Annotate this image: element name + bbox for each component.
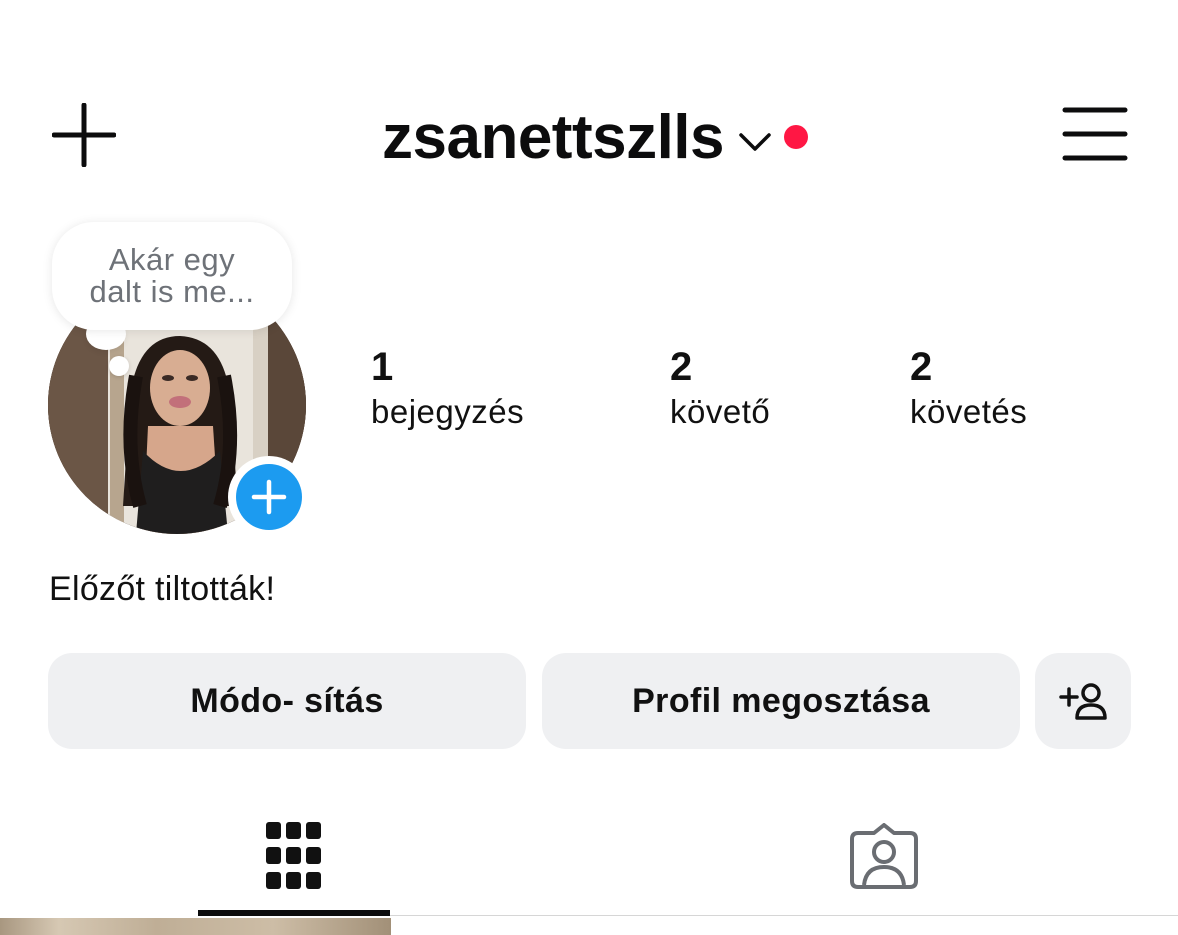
tab-posts-grid[interactable] bbox=[198, 800, 390, 912]
stat-posts-label: bejegyzés bbox=[371, 393, 525, 430]
hamburger-menu-icon[interactable] bbox=[1062, 106, 1128, 162]
header-title: zsanettszlls bbox=[0, 100, 1178, 176]
share-profile-label: Profil megosztása bbox=[632, 681, 930, 720]
stat-followers[interactable]: 2 követő bbox=[670, 344, 770, 434]
stat-posts[interactable]: 1 bejegyzés bbox=[371, 344, 524, 434]
tab-tagged[interactable] bbox=[788, 800, 980, 912]
edit-profile-label: Módo- sítás bbox=[190, 681, 384, 720]
stat-followers-count: 2 bbox=[670, 345, 693, 389]
notification-dot bbox=[784, 125, 809, 149]
share-profile-button[interactable]: Profil megosztása bbox=[542, 653, 1020, 749]
tagged-person-icon bbox=[850, 823, 918, 889]
discover-people-button[interactable] bbox=[1035, 653, 1131, 749]
stat-following-label: követés bbox=[910, 393, 1028, 430]
active-tab-indicator bbox=[198, 910, 390, 916]
profile-page: zsanettszlls Akár egy dalt is me... 1 be… bbox=[0, 0, 1178, 935]
plus-circle-icon bbox=[236, 464, 302, 530]
account-switcher[interactable]: zsanettszlls bbox=[382, 107, 809, 169]
tab-divider bbox=[390, 915, 1178, 916]
username-title[interactable]: zsanettszlls bbox=[382, 107, 725, 169]
post-thumbnail[interactable] bbox=[0, 918, 391, 935]
note-bubble[interactable]: Akár egy dalt is me... bbox=[52, 222, 292, 330]
note-text-line1: Akár egy bbox=[108, 242, 236, 277]
edit-profile-button[interactable]: Módo- sítás bbox=[48, 653, 526, 749]
stat-followers-label: követő bbox=[670, 393, 771, 430]
add-story-button[interactable] bbox=[228, 456, 310, 538]
add-person-icon bbox=[1059, 683, 1107, 720]
grid-icon bbox=[266, 822, 321, 889]
bio-text: Előzőt tiltották! bbox=[49, 570, 276, 608]
stat-following-count: 2 bbox=[910, 345, 933, 389]
note-bubble-tail-dot bbox=[109, 356, 129, 376]
chevron-down-icon[interactable] bbox=[738, 130, 772, 154]
stat-following[interactable]: 2 követés bbox=[910, 344, 1027, 434]
stat-posts-count: 1 bbox=[371, 345, 394, 389]
note-text-line2: dalt is me... bbox=[89, 274, 255, 309]
